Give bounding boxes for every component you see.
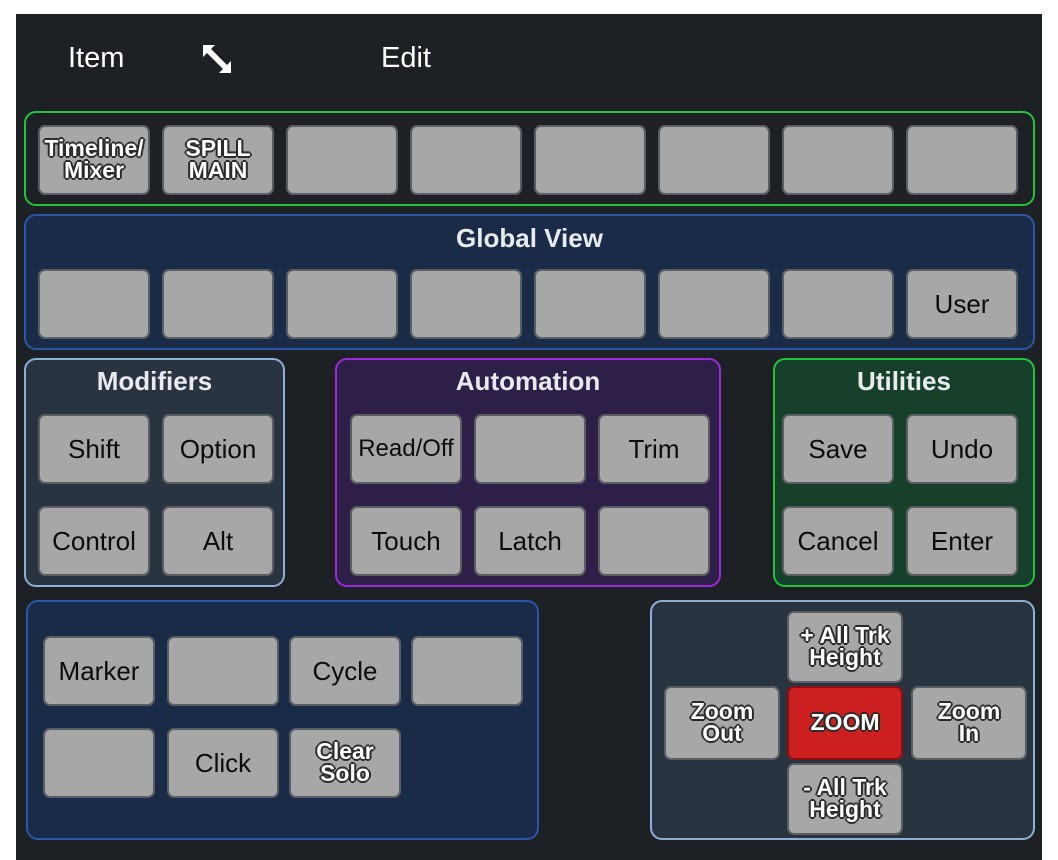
modifiers-title: Modifiers bbox=[96, 366, 213, 396]
automation-title: Automation bbox=[455, 366, 601, 396]
top-row-panel: Timeline/ Mixer SPILL MAIN bbox=[24, 111, 1035, 206]
top-row-button-7[interactable] bbox=[782, 125, 894, 195]
zoom-button[interactable]: ZOOM bbox=[787, 686, 903, 760]
cancel-button[interactable]: Cancel bbox=[782, 506, 894, 576]
undo-button[interactable]: Undo bbox=[906, 414, 1018, 484]
global-view-title: Global View bbox=[456, 223, 603, 253]
top-row-button-3[interactable] bbox=[286, 125, 398, 195]
global-view-button-1[interactable] bbox=[38, 269, 150, 339]
touch-button[interactable]: Touch bbox=[350, 506, 462, 576]
increase-all-track-height-button[interactable]: + All Trk Height bbox=[787, 611, 903, 683]
top-row-button-4[interactable] bbox=[410, 125, 522, 195]
click-button[interactable]: Click bbox=[167, 728, 279, 798]
top-row-button-8[interactable] bbox=[906, 125, 1018, 195]
marker-button[interactable]: Marker bbox=[43, 636, 155, 706]
spill-main-button[interactable]: SPILL MAIN bbox=[162, 125, 274, 195]
expand-diagonal-icon[interactable] bbox=[202, 44, 232, 74]
user-button[interactable]: User bbox=[906, 269, 1018, 339]
item-menu[interactable]: Item bbox=[68, 42, 124, 75]
global-view-button-5[interactable] bbox=[534, 269, 646, 339]
enter-button[interactable]: Enter bbox=[906, 506, 1018, 576]
shift-button[interactable]: Shift bbox=[38, 414, 150, 484]
decrease-all-track-height-button[interactable]: - All Trk Height bbox=[787, 763, 903, 835]
utilities-title: Utilities bbox=[857, 366, 951, 396]
alt-button[interactable]: Alt bbox=[162, 506, 274, 576]
timeline-mixer-button[interactable]: Timeline/ Mixer bbox=[38, 125, 150, 195]
automation-panel: Automation Read/Off Trim Touch Latch bbox=[335, 358, 721, 587]
option-button[interactable]: Option bbox=[162, 414, 274, 484]
global-view-panel: Global View User bbox=[24, 214, 1035, 350]
transport-button-4[interactable] bbox=[411, 636, 523, 706]
transport-button-2[interactable] bbox=[167, 636, 279, 706]
latch-button[interactable]: Latch bbox=[474, 506, 586, 576]
global-view-button-2[interactable] bbox=[162, 269, 274, 339]
global-view-button-3[interactable] bbox=[286, 269, 398, 339]
zoom-out-button[interactable]: Zoom Out bbox=[664, 686, 780, 760]
top-row-button-5[interactable] bbox=[534, 125, 646, 195]
control-surface: Item Edit Timeline/ Mixer SPILL MAIN Glo… bbox=[16, 14, 1042, 860]
header-bar: Item Edit bbox=[16, 14, 1042, 106]
trim-button[interactable]: Trim bbox=[598, 414, 710, 484]
save-button[interactable]: Save bbox=[782, 414, 894, 484]
global-view-button-4[interactable] bbox=[410, 269, 522, 339]
global-view-button-6[interactable] bbox=[658, 269, 770, 339]
modifiers-panel: Modifiers Shift Option Control Alt bbox=[24, 358, 285, 587]
automation-button-2[interactable] bbox=[474, 414, 586, 484]
global-view-button-7[interactable] bbox=[782, 269, 894, 339]
transport-panel: Marker Cycle Click Clear Solo bbox=[26, 600, 539, 840]
zoom-in-button[interactable]: Zoom In bbox=[911, 686, 1027, 760]
edit-menu[interactable]: Edit bbox=[381, 42, 431, 75]
top-row-button-6[interactable] bbox=[658, 125, 770, 195]
control-button[interactable]: Control bbox=[38, 506, 150, 576]
read-off-button[interactable]: Read/Off bbox=[350, 414, 462, 484]
zoom-panel: + All Trk Height Zoom Out ZOOM Zoom In -… bbox=[650, 600, 1035, 840]
clear-solo-button[interactable]: Clear Solo bbox=[289, 728, 401, 798]
cycle-button[interactable]: Cycle bbox=[289, 636, 401, 706]
automation-button-6[interactable] bbox=[598, 506, 710, 576]
utilities-panel: Utilities Save Undo Cancel Enter bbox=[773, 358, 1035, 587]
transport-button-5[interactable] bbox=[43, 728, 155, 798]
